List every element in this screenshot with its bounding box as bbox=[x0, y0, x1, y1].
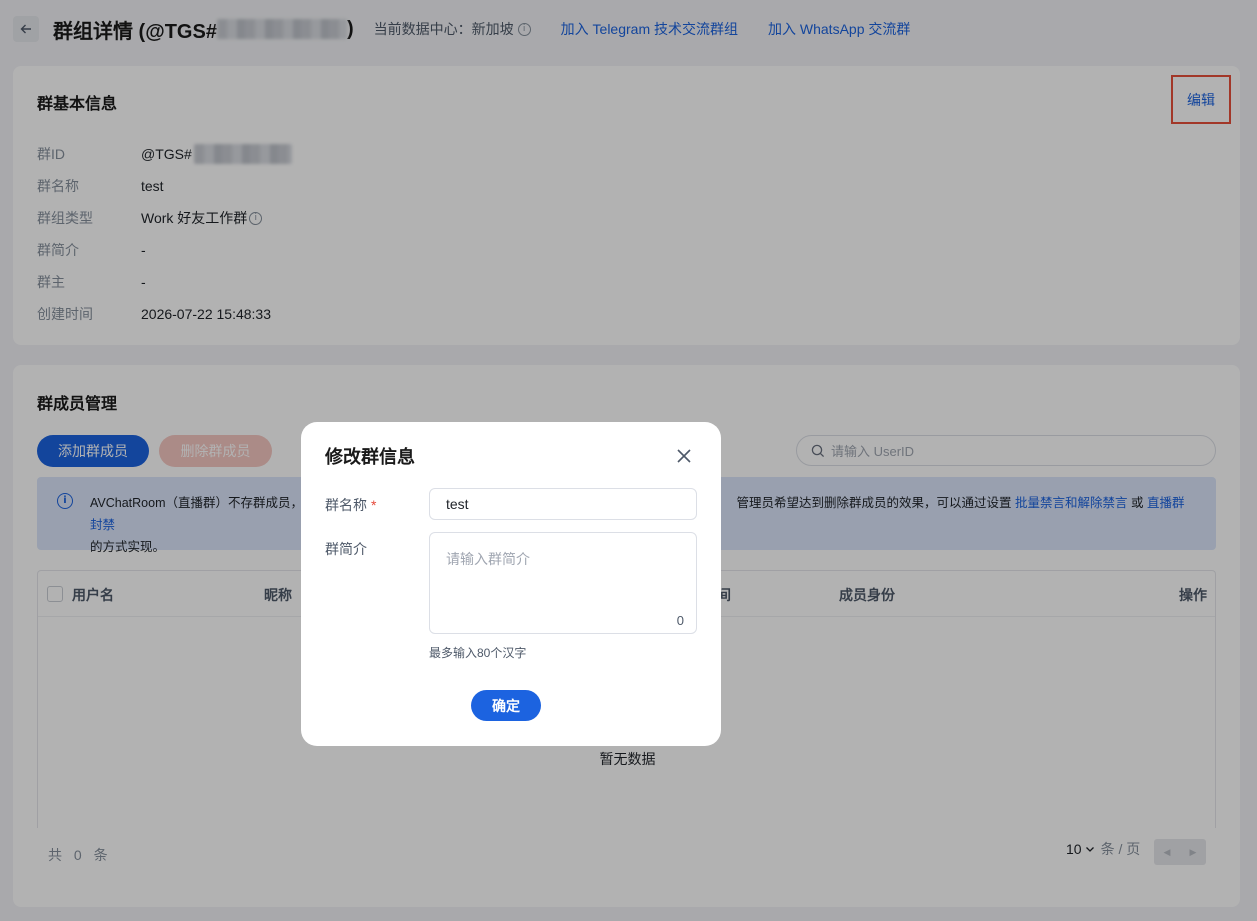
intro-hint: 最多输入80个汉字 bbox=[429, 646, 527, 660]
confirm-button[interactable]: 确定 bbox=[471, 690, 541, 721]
required-mark: * bbox=[371, 497, 377, 513]
close-icon[interactable] bbox=[674, 446, 694, 466]
group-name-label-text: 群名称 bbox=[325, 497, 367, 513]
char-count: 0 bbox=[676, 613, 684, 628]
group-intro-textarea[interactable]: 请输入群简介 0 bbox=[429, 532, 697, 634]
edit-group-modal: 修改群信息 群名称 * test 群简介 请输入群简介 0 最多输入80个汉字 确… bbox=[301, 422, 721, 746]
group-name-label: 群名称 * bbox=[325, 495, 376, 515]
group-intro-placeholder: 请输入群简介 bbox=[446, 551, 530, 567]
group-intro-label: 群简介 bbox=[325, 541, 367, 557]
modal-title: 修改群信息 bbox=[325, 447, 415, 467]
group-name-input[interactable]: test bbox=[429, 488, 697, 520]
group-name-value: test bbox=[446, 496, 469, 512]
